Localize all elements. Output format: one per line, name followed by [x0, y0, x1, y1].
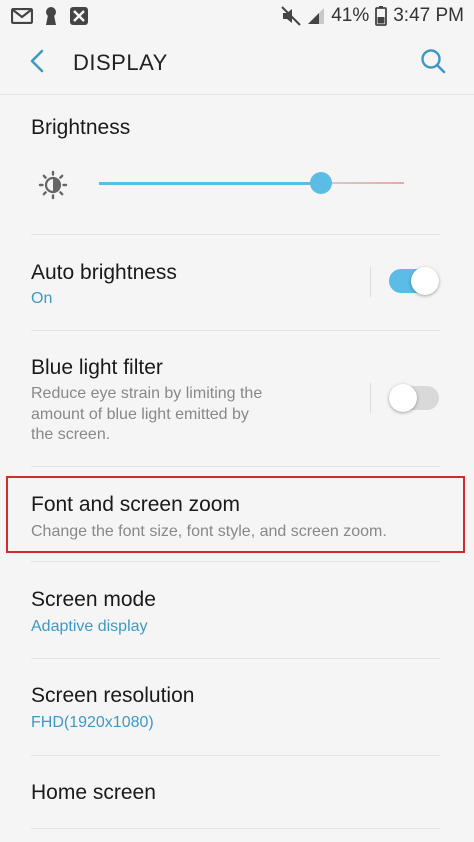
brightness-icon	[38, 170, 68, 205]
vertical-separator	[370, 267, 371, 297]
brightness-label: Brightness	[31, 116, 131, 139]
battery-percent: 41%	[331, 5, 370, 26]
font-and-screen-zoom-row[interactable]: Font and screen zoom Change the font siz…	[0, 467, 474, 561]
home-screen-title: Home screen	[31, 781, 156, 804]
screen-resolution-row[interactable]: Screen resolution FHD(1920x1080)	[0, 659, 474, 755]
font-and-screen-zoom-title: Font and screen zoom	[31, 493, 240, 516]
status-bar: 41% 3:47 PM	[0, 0, 474, 32]
brightness-slider[interactable]	[99, 171, 404, 195]
screen-mode-title: Screen mode	[31, 588, 156, 611]
status-bar-right: 41% 3:47 PM	[281, 0, 464, 32]
status-bar-left	[0, 6, 89, 26]
slider-track-rest	[321, 182, 404, 184]
keyhole-icon	[43, 6, 59, 26]
blue-light-filter-row[interactable]: Blue light filter Reduce eye strain by l…	[0, 331, 474, 466]
screen-resolution-value: FHD(1920x1080)	[31, 714, 154, 731]
auto-brightness-status: On	[31, 290, 53, 307]
back-button[interactable]	[22, 48, 52, 78]
signal-icon	[307, 7, 325, 25]
blue-light-filter-description-line-2: amount of blue light emitted by	[31, 405, 249, 423]
blue-light-filter-toggle[interactable]	[389, 384, 439, 412]
search-icon	[420, 48, 446, 79]
gmail-icon	[11, 8, 33, 24]
blue-light-filter-description-line-1: Reduce eye strain by limiting the	[31, 385, 263, 402]
app-bar: DISPLAY	[0, 32, 474, 95]
mute-icon	[281, 6, 301, 26]
auto-brightness-title: Auto brightness	[31, 261, 177, 284]
toggle-knob	[411, 267, 439, 295]
auto-brightness-row[interactable]: Auto brightness On	[0, 235, 474, 330]
battery-icon	[375, 6, 388, 26]
toggle-knob	[389, 384, 417, 412]
flipboard-icon	[69, 6, 89, 26]
screen-resolution-title: Screen resolution	[31, 684, 195, 707]
screen-mode-value: Adaptive display	[31, 618, 148, 635]
page-title: DISPLAY	[73, 50, 168, 75]
clock: 3:47 PM	[393, 5, 464, 26]
divider	[31, 828, 440, 829]
screen-mode-row[interactable]: Screen mode Adaptive display	[0, 562, 474, 658]
slider-thumb[interactable]	[310, 172, 332, 194]
home-screen-row[interactable]: Home screen	[0, 756, 474, 832]
blue-light-filter-title: Blue light filter	[31, 356, 163, 379]
slider-track-fill	[99, 182, 321, 185]
vertical-separator	[370, 383, 371, 413]
blue-light-filter-description-line-3: the screen.	[31, 426, 111, 443]
search-button[interactable]	[418, 48, 448, 78]
auto-brightness-toggle[interactable]	[389, 267, 439, 295]
chevron-left-icon	[29, 49, 45, 78]
font-and-screen-zoom-description: Change the font size, font style, and sc…	[31, 523, 387, 540]
